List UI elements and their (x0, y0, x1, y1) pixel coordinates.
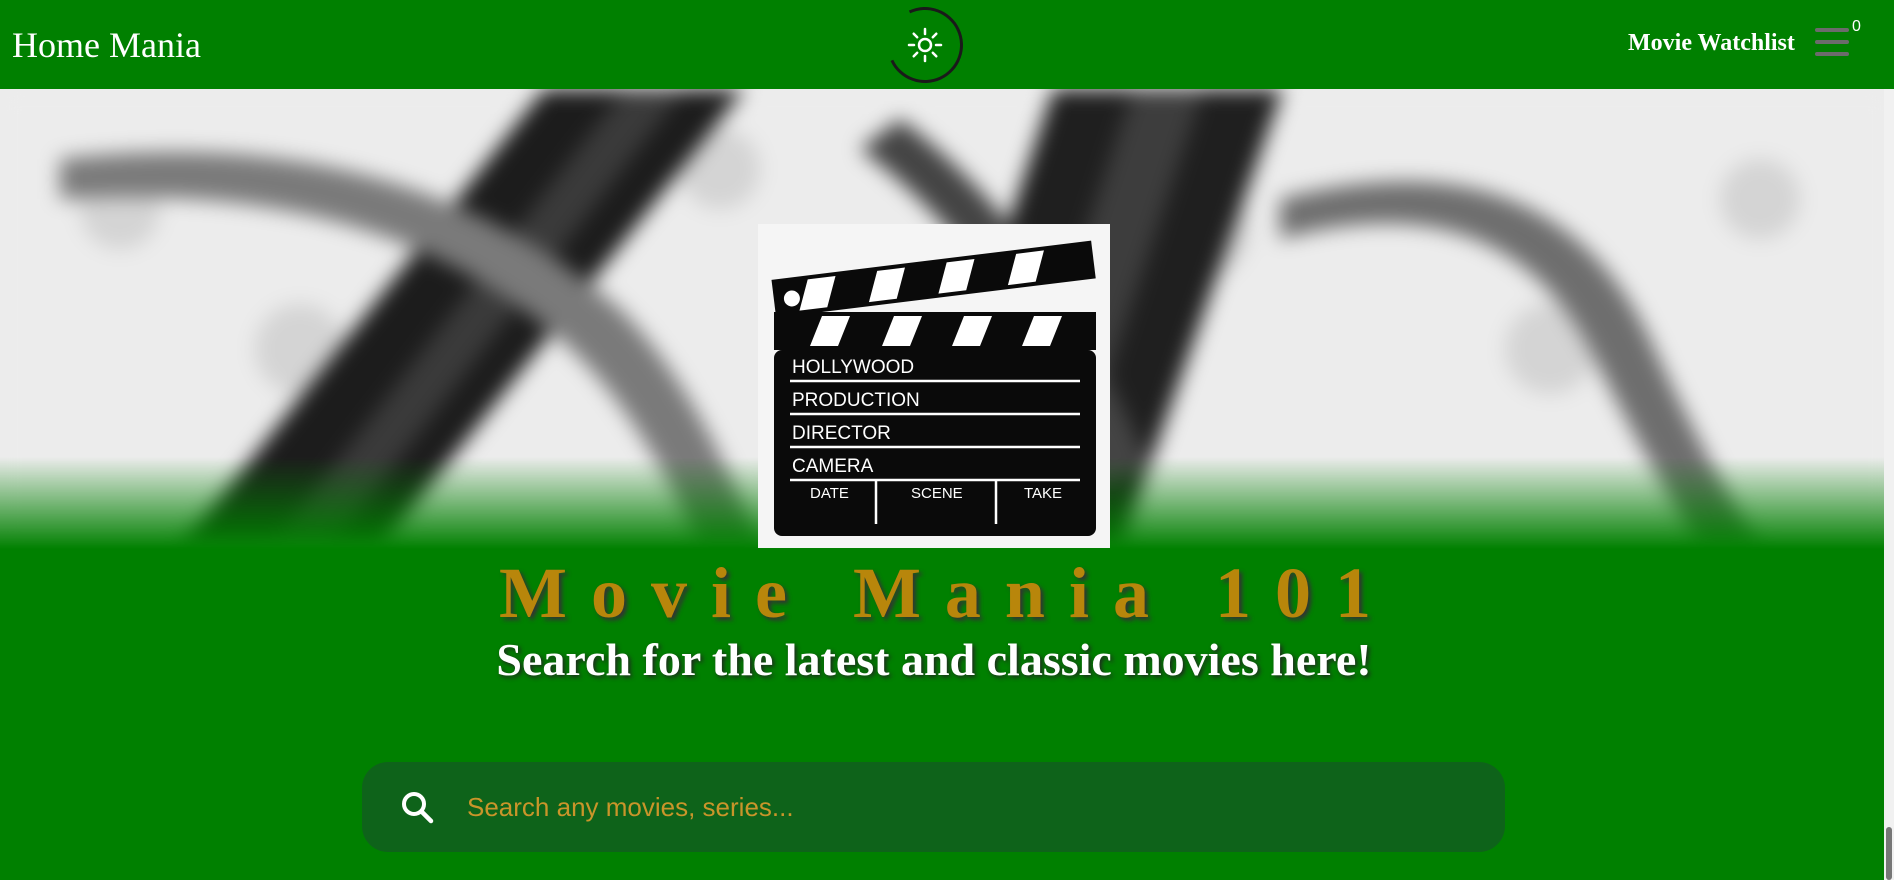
clapper-line-camera: CAMERA (792, 456, 874, 477)
hamburger-menu-button[interactable] (1815, 28, 1849, 58)
top-navbar: Home Mania Movie Watchlist 0 (0, 0, 1894, 94)
clapper-col-take: TAKE (1024, 485, 1062, 502)
clapper-line-hollywood: HOLLYWOOD (792, 357, 914, 378)
page-subtitle: Search for the latest and classic movies… (496, 634, 1372, 685)
page-scrollbar[interactable] (1884, 89, 1894, 880)
clapper-line-director: DIRECTOR (792, 423, 891, 444)
movie-watchlist-link[interactable]: Movie Watchlist (1628, 30, 1795, 57)
sun-icon (907, 27, 943, 63)
scrollbar-thumb[interactable] (1886, 827, 1892, 880)
hamburger-icon (1815, 28, 1849, 32)
clapper-line-production: PRODUCTION (792, 390, 920, 411)
clapper-col-scene: SCENE (911, 485, 963, 502)
search-input[interactable] (467, 780, 1467, 834)
search-icon[interactable] (400, 790, 434, 824)
theme-toggle-button[interactable] (876, 0, 974, 94)
search-bar (362, 762, 1505, 852)
brand-link[interactable]: Home Mania (12, 24, 201, 66)
clapperboard-logo: HOLLYWOOD PRODUCTION DIRECTOR CAMERA DAT… (758, 224, 1110, 548)
clapper-col-date: DATE (810, 485, 849, 502)
page-title: Movie Mania 101 (499, 553, 1395, 633)
watchlist-count-badge: 0 (1852, 18, 1861, 35)
